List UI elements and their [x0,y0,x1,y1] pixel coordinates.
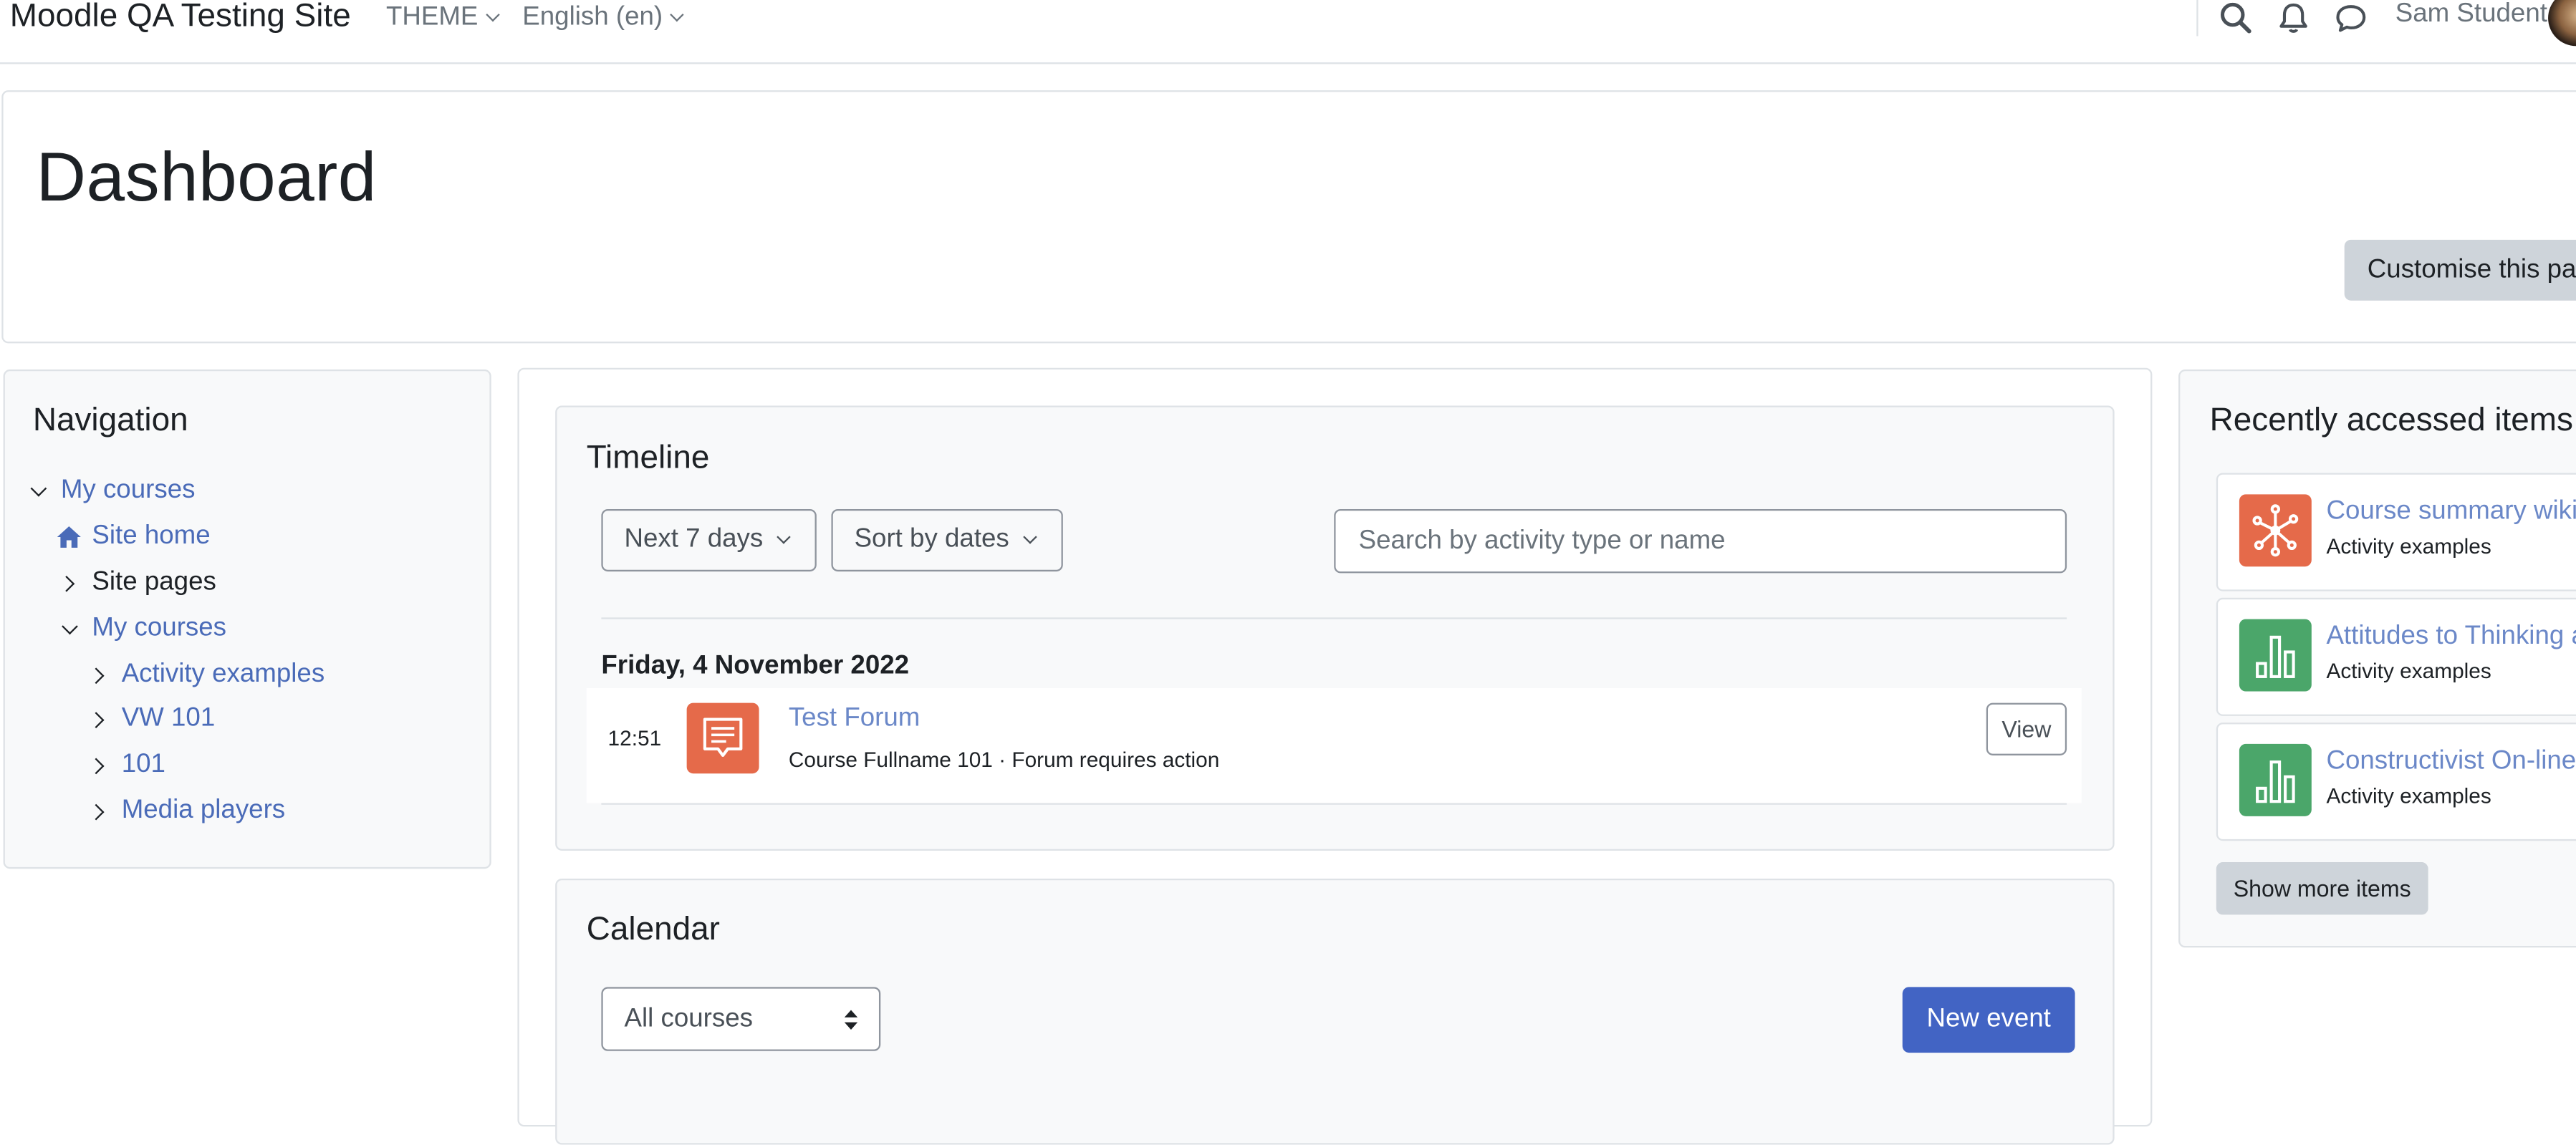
event-view-button[interactable]: View [1986,702,2067,755]
nav-item-site-pages[interactable]: Site pages [58,568,216,598]
home-icon [57,526,81,548]
site-brand[interactable]: Moodle QA Testing Site [10,0,351,36]
chevron-right-icon [87,803,105,820]
page-title: Dashboard [36,137,377,216]
nav-item-my-courses[interactable]: My courses [30,476,196,506]
chevron-right-icon [87,667,105,683]
course-select-label: All courses [624,1004,753,1033]
chevron-down-icon [486,7,500,22]
nav-item-my-courses-sub[interactable]: My courses [62,614,227,644]
nav-item-activity-examples[interactable]: Activity examples [87,660,325,690]
language-menu[interactable]: English (en) [522,3,685,33]
wiki-activity-icon [2239,494,2312,567]
divider [601,803,2067,805]
user-name[interactable]: Sam Student [2395,0,2547,29]
nav-item-media-players[interactable]: Media players [87,796,286,826]
survey-chart-icon [2256,635,2295,678]
nav-item-label: My courses [60,476,196,505]
search-icon[interactable] [2218,0,2254,36]
survey-activity-icon [2239,619,2312,692]
calendar-title: Calendar [586,911,720,948]
nav-item-label: Site pages [92,568,216,596]
recent-item-name[interactable]: Attitudes to Thinking a [2326,622,2576,652]
chevron-down-icon [62,617,78,634]
navbar-divider [2196,0,2198,37]
nav-item-101[interactable]: 101 [87,750,165,780]
chevron-right-icon [58,574,75,591]
event-details: Course Fullname 101 · Forum requires act… [788,747,1220,772]
nav-item-label: Media players [121,796,286,825]
day-filter-label: Next 7 days [624,525,764,554]
calendar-course-select[interactable]: All courses [601,987,881,1051]
nav-item-label: Activity examples [121,660,325,688]
page: Moodle QA Testing Site THEME English (en… [0,0,2576,1145]
navigation-title: Navigation [32,402,188,439]
survey-activity-icon [2239,743,2312,816]
wiki-icon [2252,504,2299,557]
nav-item-label: My courses [92,614,227,642]
recent-item[interactable]: Constructivist On-line Activity examples [2216,723,2576,841]
chevron-down-icon [671,7,685,22]
divider [601,617,2067,619]
nav-item-site-home[interactable]: Site home [56,522,211,551]
theme-menu[interactable]: THEME [385,3,500,33]
chevron-down-icon [1023,530,1038,544]
timeline-day-filter[interactable]: Next 7 days [601,508,817,572]
bell-icon[interactable] [2275,0,2311,36]
survey-chart-icon [2256,760,2295,803]
timeline-date-heading: Friday, 4 November 2022 [601,652,910,680]
forum-activity-icon [686,702,759,774]
page-header [1,90,2576,344]
recent-items-title: Recently accessed items [2209,402,2573,439]
nav-item-label: Site home [92,522,211,551]
event-name-link[interactable]: Test Forum [789,705,921,734]
timeline-title: Timeline [586,440,710,477]
chevron-down-icon [777,530,792,544]
recent-item-name[interactable]: Constructivist On-line [2326,747,2576,776]
nav-item-vw101[interactable]: VW 101 [87,704,216,734]
forum-icon [703,718,743,758]
theme-menu-label: THEME [385,3,479,32]
timeline-search-input[interactable]: Search by activity type or name [1334,508,2067,574]
message-icon[interactable] [2333,0,2369,36]
recent-item-name[interactable]: Course summary wiki [2326,498,2576,527]
nav-item-label: 101 [121,750,165,779]
customise-page-button[interactable]: Customise this pa [2344,239,2576,301]
chevron-right-icon [87,757,105,774]
show-more-items-button[interactable]: Show more items [2216,862,2428,915]
sort-label: Sort by dates [854,525,1009,554]
language-menu-label: English (en) [522,3,663,32]
recent-item[interactable]: Course summary wiki Activity examples [2216,473,2576,591]
new-event-button[interactable]: New event [1902,987,2075,1053]
chevron-right-icon [87,711,105,728]
event-time: 12:51 [607,725,662,751]
timeline-sort[interactable]: Sort by dates [831,508,1063,572]
recent-item-course: Activity examples [2326,658,2491,684]
nav-item-label: VW 101 [121,704,216,733]
chevron-down-icon [30,479,47,496]
recent-item[interactable]: Attitudes to Thinking a Activity example… [2216,597,2576,716]
select-arrows-icon [844,1010,858,1030]
recent-item-course: Activity examples [2326,783,2491,808]
recent-item-course: Activity examples [2326,533,2491,559]
